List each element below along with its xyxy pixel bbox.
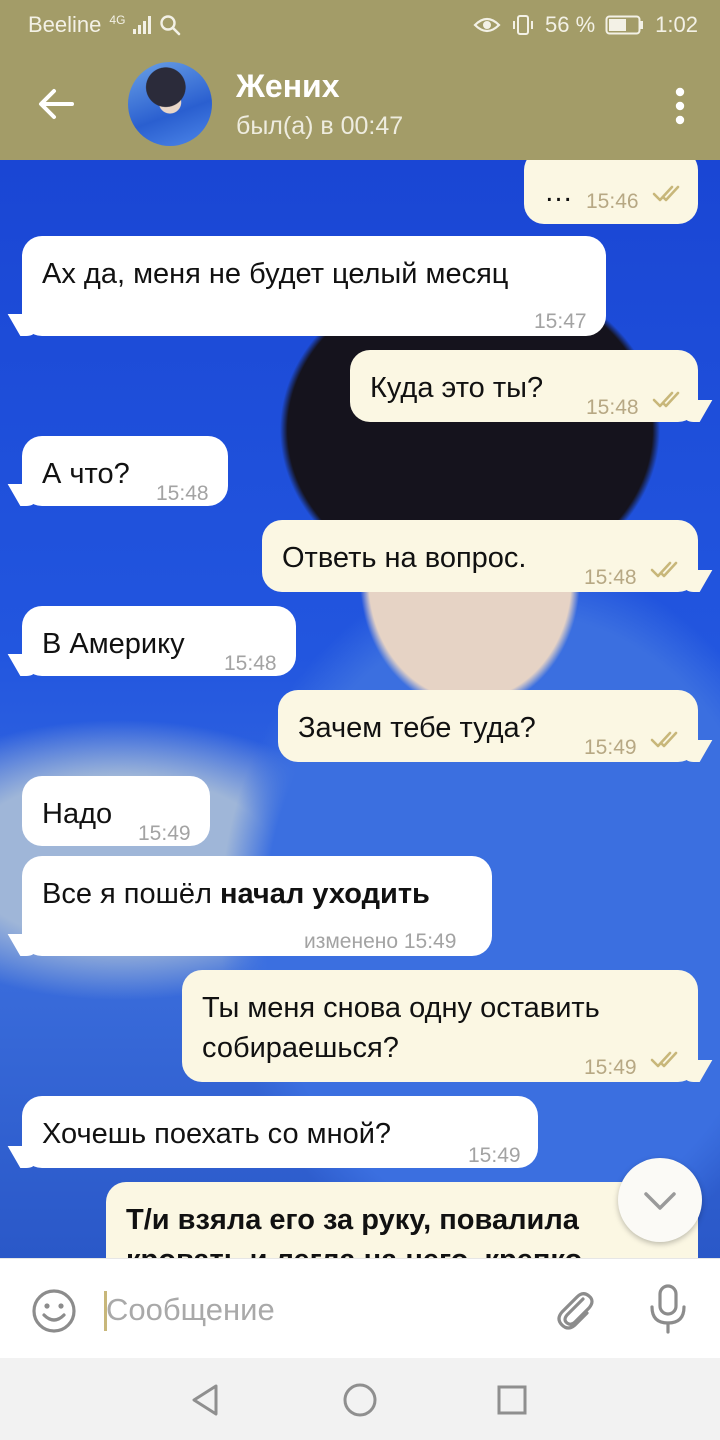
message-bubble[interactable]: В Америку 15:48 (22, 606, 296, 676)
message-bubble[interactable]: Все я пошёл начал уходить изменено 15:49 (22, 856, 492, 956)
search-icon (160, 15, 181, 36)
status-bar: Beeline 4G 56 % 1:02 (0, 0, 720, 48)
message-text: Надо (42, 798, 113, 830)
message-time: 15:49 (138, 822, 191, 845)
battery-icon (605, 15, 644, 35)
clock: 1:02 (655, 12, 698, 37)
smiley-icon[interactable] (30, 1287, 78, 1335)
message-time: изменено 15:49 (304, 930, 457, 953)
message-text-plain: Все я пошёл (42, 878, 212, 910)
message-text: Куда это ты? (370, 372, 544, 404)
battery-percent: 56 % (545, 12, 596, 37)
message-text-line1: Ты меня снова одну оставить (202, 992, 600, 1024)
nav-back-icon[interactable] (186, 1380, 226, 1420)
message-input[interactable] (106, 1285, 526, 1335)
message-bubble[interactable]: Зачем тебе туда? 15:49 (278, 690, 698, 762)
message-text-line2: кровать и легла на него, крепко (126, 1240, 582, 1258)
microphone-icon[interactable] (646, 1283, 690, 1335)
message-time: 15:46 (586, 190, 639, 213)
scroll-down-button[interactable] (618, 1158, 702, 1242)
message-text: Ответь на вопрос. (282, 542, 527, 574)
message-bubble[interactable]: Ах да, меня не будет целый месяц 15:47 (22, 236, 606, 336)
message-bubble[interactable]: Т/и взяла его за руку, повалила кровать … (106, 1182, 698, 1258)
last-seen-status: был(а) в 00:47 (236, 112, 404, 140)
double-check-icon (652, 185, 680, 202)
more-vert-icon[interactable] (674, 86, 686, 126)
message-text: В Америку (42, 628, 185, 660)
message-text-line1: Т/и взяла его за руку, повалила (126, 1204, 579, 1236)
message-bubble[interactable]: Ответь на вопрос. 15:48 (262, 520, 698, 592)
system-nav-bar (0, 1358, 720, 1440)
message-text-line2: собираешься? (202, 1032, 399, 1064)
message-bubble[interactable]: Надо 15:49 (22, 776, 210, 846)
vibrate-icon (513, 15, 534, 35)
chat-header: Жених был(а) в 00:47 (0, 48, 720, 160)
carrier-name: Beeline (28, 12, 102, 37)
message-input-bar (0, 1258, 720, 1358)
chevron-down-icon (644, 1192, 676, 1210)
arrow-left-icon[interactable] (34, 82, 78, 126)
nav-home-icon[interactable] (340, 1380, 380, 1420)
message-time: 15:47 (534, 310, 587, 333)
message-bubble[interactable]: Куда это ты? 15:48 (350, 350, 698, 422)
network-type: 4G (109, 13, 126, 27)
message-time: 15:48 (224, 652, 277, 675)
double-check-icon (650, 561, 678, 578)
message-time: 15:48 (584, 566, 637, 589)
avatar[interactable] (128, 62, 212, 146)
message-text-bold: начал уходить (220, 878, 430, 910)
contact-name[interactable]: Жених (236, 68, 340, 105)
message-text: Ах да, меня не будет целый месяц (42, 258, 509, 290)
message-text: … (544, 176, 573, 208)
paperclip-icon[interactable] (552, 1287, 598, 1333)
message-time: 15:48 (586, 396, 639, 419)
message-text: Хочешь поехать со мной? (42, 1118, 392, 1150)
message-bubble[interactable]: Ты меня снова одну оставить собираешься?… (182, 970, 698, 1082)
message-time: 15:49 (468, 1144, 521, 1167)
eye-icon (473, 17, 501, 33)
double-check-icon (650, 731, 678, 748)
message-bubble[interactable]: Хочешь поехать со мной? 15:49 (22, 1096, 538, 1168)
message-text: Все я пошёл начал уходить (42, 874, 430, 914)
message-bubble[interactable]: А что? 15:48 (22, 436, 228, 506)
nav-recents-icon[interactable] (492, 1380, 532, 1420)
message-time: 15:49 (584, 736, 637, 759)
message-time: 15:48 (156, 482, 209, 505)
double-check-icon (650, 1051, 678, 1068)
message-text: Зачем тебе туда? (298, 712, 536, 744)
message-text: А что? (42, 458, 130, 490)
chat-area[interactable]: … 15:46 Ах да, меня не будет целый месяц… (0, 160, 720, 1258)
message-time: 15:49 (584, 1056, 637, 1079)
double-check-icon (652, 391, 680, 408)
message-bubble[interactable]: … 15:46 (524, 160, 698, 224)
signal-icon (133, 16, 152, 34)
